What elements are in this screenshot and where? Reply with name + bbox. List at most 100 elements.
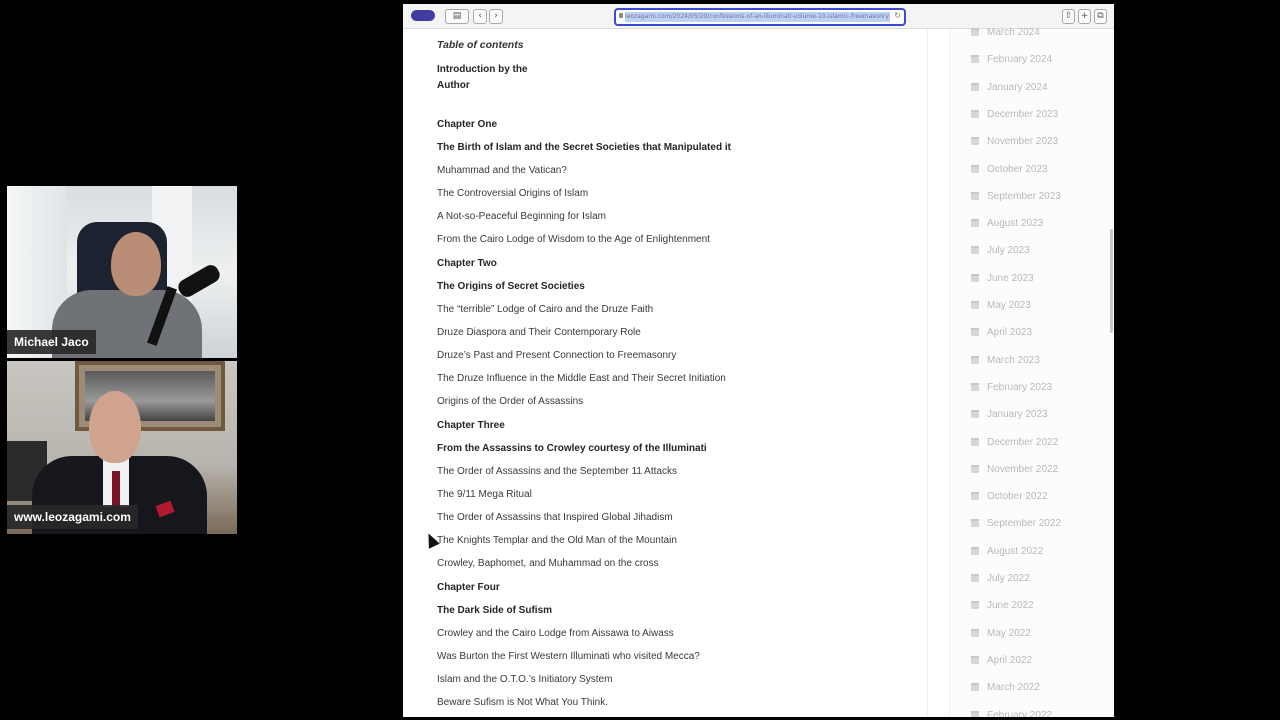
archive-item[interactable]: May 2023 (971, 300, 1031, 311)
archive-item[interactable]: July 2022 (971, 573, 1030, 584)
calendar-icon (971, 191, 979, 200)
calendar-icon (971, 601, 979, 610)
archive-item[interactable]: January 2024 (971, 82, 1048, 93)
chevron-right-icon[interactable]: › (489, 9, 503, 24)
archive-item[interactable]: November 2022 (971, 464, 1058, 475)
video-tile-leo-zagami: www.leozagami.com (7, 361, 237, 534)
share-icon[interactable]: ⇧ (1062, 9, 1075, 24)
archive-item-label: July 2023 (987, 245, 1030, 257)
toc-link[interactable]: The Knights Templar and the Old Man of t… (437, 535, 677, 546)
archive-item[interactable]: February 2022 (971, 709, 1053, 718)
plus-icon[interactable]: + (1078, 9, 1091, 24)
archive-item[interactable]: December 2022 (971, 437, 1058, 448)
toc-link[interactable]: The Order of Assassins that Inspired Glo… (437, 512, 673, 523)
toc-link[interactable]: Muhammad and the Vatican? (437, 165, 567, 176)
archive-item[interactable]: June 2022 (971, 600, 1034, 611)
archive-item[interactable]: April 2022 (971, 655, 1032, 666)
archive-item-label: March 2022 (987, 682, 1040, 694)
archive-item[interactable]: September 2022 (971, 518, 1061, 529)
archive-item[interactable]: September 2023 (971, 191, 1061, 202)
toc-title: Table of contents (437, 39, 524, 51)
archive-item-label: March 2024 (987, 27, 1040, 38)
archive-item[interactable]: July 2023 (971, 245, 1030, 256)
toc-link[interactable]: The Controversial Origins of Islam (437, 188, 588, 199)
toc-link[interactable]: Druze Diaspora and Their Contemporary Ro… (437, 327, 641, 338)
archives-sidebar (949, 29, 1114, 717)
person-head (89, 391, 141, 463)
archive-item-label: January 2023 (987, 409, 1048, 421)
calendar-icon (971, 137, 979, 146)
chevron-left-icon[interactable]: ‹ (473, 9, 487, 24)
archive-item[interactable]: February 2024 (971, 54, 1052, 65)
toc-heading: Chapter Four (437, 582, 500, 593)
calendar-icon (971, 464, 979, 473)
toc-heading: From the Assassins to Crowley courtesy o… (437, 443, 707, 454)
calendar-icon (971, 437, 979, 446)
calendar-icon (971, 109, 979, 118)
toc-link[interactable]: The “terrible” Lodge of Cairo and the Dr… (437, 304, 653, 315)
archive-item[interactable]: October 2022 (971, 491, 1048, 502)
archive-item-label: October 2023 (987, 163, 1048, 175)
archive-item-label: August 2022 (987, 545, 1044, 557)
calendar-icon (971, 574, 979, 582)
toc-link[interactable]: Crowley, Baphomet, and Muhammad on the c… (437, 558, 659, 569)
toc-heading: Author (437, 80, 470, 91)
tab-group-indicator[interactable] (411, 10, 435, 21)
tie (112, 471, 120, 507)
archive-item[interactable]: March 2023 (971, 355, 1040, 366)
archive-item-label: July 2022 (987, 573, 1030, 584)
archive-item[interactable]: August 2022 (971, 546, 1043, 557)
calendar-icon (971, 219, 979, 228)
toc-link[interactable]: Crowley and the Cairo Lodge from Aissawa… (437, 628, 674, 639)
archive-item[interactable]: May 2022 (971, 628, 1031, 639)
calendar-icon (971, 492, 979, 501)
archive-item-label: January 2024 (987, 81, 1048, 93)
archive-item-label: September 2022 (987, 518, 1061, 530)
calendar-icon (971, 164, 979, 173)
toc-link[interactable]: Islam and the O.T.O.’s Initiatory System (437, 674, 612, 685)
archive-item[interactable]: March 2024 (971, 27, 1040, 38)
sidebar-icon[interactable]: ▤ (445, 9, 469, 24)
toc-heading: Chapter Three (437, 420, 505, 431)
archive-item[interactable]: January 2023 (971, 409, 1048, 420)
toc-link[interactable]: A Not-so-Peaceful Beginning for Islam (437, 211, 606, 222)
archive-item[interactable]: October 2023 (971, 164, 1048, 175)
archive-item[interactable]: March 2022 (971, 682, 1040, 693)
archive-item[interactable]: February 2023 (971, 382, 1052, 393)
toc-link[interactable]: Was Burton the First Western Illuminati … (437, 651, 700, 662)
archive-item[interactable]: December 2023 (971, 109, 1058, 120)
scrollbar[interactable] (1110, 229, 1113, 333)
url-text[interactable]: leozagami.com/2024/05/20/confessions-of-… (625, 12, 890, 22)
calendar-icon (971, 710, 979, 717)
archive-item-label: March 2023 (987, 354, 1040, 366)
address-bar[interactable]: leozagami.com/2024/05/20/confessions-of-… (614, 8, 906, 26)
calendar-icon (971, 546, 979, 555)
archive-item-label: February 2022 (987, 709, 1053, 718)
archive-item[interactable]: November 2023 (971, 136, 1058, 147)
archive-item-label: November 2023 (987, 136, 1059, 148)
archive-item-label: April 2022 (987, 654, 1033, 666)
archive-item[interactable]: June 2023 (971, 273, 1034, 284)
archive-item[interactable]: August 2023 (971, 218, 1043, 229)
toc-link[interactable]: Origins of the Order of Assassins (437, 396, 583, 407)
toc-heading: Chapter Two (437, 258, 497, 269)
calendar-icon (971, 655, 979, 664)
toc-link[interactable]: Druze’s Past and Present Connection to F… (437, 350, 676, 361)
tabs-icon[interactable]: ⧉ (1094, 9, 1107, 24)
archive-item-label: November 2022 (987, 463, 1059, 475)
person-head (111, 232, 161, 296)
toc-link[interactable]: Beware Sufism is Not What You Think. (437, 697, 608, 708)
reload-icon[interactable]: ↻ (894, 11, 901, 20)
toc-heading: Chapter One (437, 119, 498, 130)
toc-link[interactable]: The 9/11 Mega Ritual (437, 489, 532, 500)
toc-link[interactable]: The Order of Assassins and the September… (437, 466, 677, 477)
calendar-icon (971, 355, 979, 364)
calendar-icon (971, 246, 979, 255)
toc-link[interactable]: From the Cairo Lodge of Wisdom to the Ag… (437, 234, 710, 245)
calendar-icon (971, 301, 979, 309)
toc-link[interactable]: The Druze Influence in the Middle East a… (437, 373, 726, 384)
toc-heading: The Origins of Secret Societies (437, 281, 585, 292)
archive-item-label: December 2022 (987, 436, 1059, 448)
archive-item-label: February 2023 (987, 381, 1053, 393)
archive-item[interactable]: April 2023 (971, 327, 1032, 338)
